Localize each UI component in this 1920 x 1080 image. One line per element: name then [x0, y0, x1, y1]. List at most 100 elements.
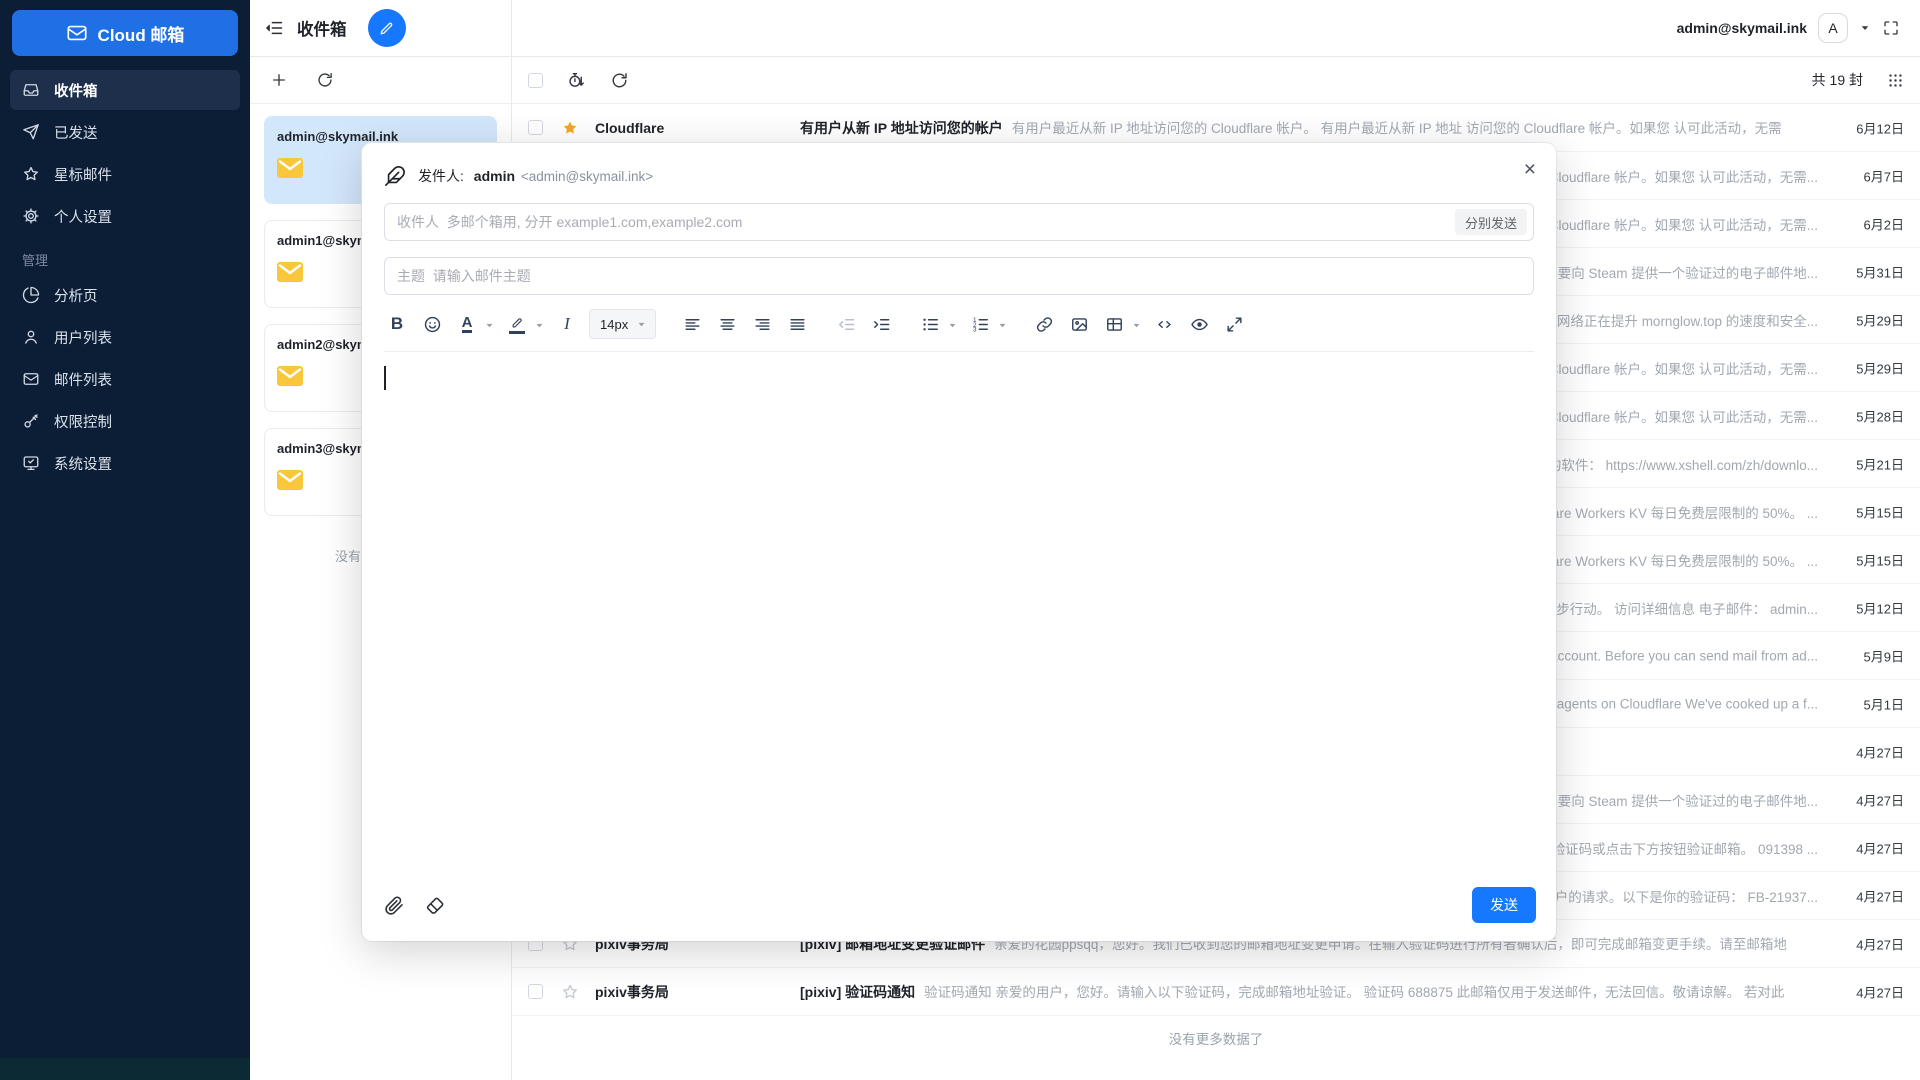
close-icon[interactable]: × [1524, 159, 1536, 180]
mail-preview-fragment: g agents on Cloudflare We've cooked up a… [1546, 696, 1819, 711]
mail-preview-fragment: lare Workers KV 每日免费层限制的 50%。 ... [1549, 550, 1818, 570]
align-center-button[interactable] [714, 311, 740, 337]
align-right-button[interactable] [749, 311, 775, 337]
sidebar-item-analytics[interactable]: 分析页 [10, 275, 240, 315]
bold-button[interactable]: B [384, 311, 410, 337]
clear-format-icon[interactable] [425, 895, 446, 916]
envelope-badge-icon [277, 470, 303, 490]
sidebar-item-system[interactable]: 系统设置 [10, 443, 240, 483]
emoji-icon [423, 315, 442, 334]
preview-button[interactable] [1186, 311, 1212, 337]
chevron-down-icon[interactable] [1859, 22, 1871, 34]
mail-date: 6月12日 [1828, 118, 1920, 137]
send-separately-button[interactable]: 分别发送 [1455, 209, 1527, 235]
bullet-list-button[interactable] [917, 311, 943, 337]
mail-date: 5月15日 [1828, 502, 1920, 521]
sidebar-item-inbox[interactable]: 收件箱 [10, 70, 240, 110]
indent-button[interactable] [868, 311, 894, 337]
recipient-input[interactable] [384, 203, 1534, 241]
mail-sender: pixiv事务局 [595, 982, 800, 1002]
mail-date: 5月21日 [1828, 454, 1920, 473]
mail-date: 4月27日 [1828, 982, 1920, 1001]
sidebar-item-label: 已发送 [54, 122, 98, 143]
send-icon [22, 123, 40, 141]
send-button[interactable]: 发送 [1472, 887, 1536, 923]
select-all-checkbox[interactable] [528, 73, 543, 88]
avatar[interactable]: A [1818, 13, 1848, 43]
chevron-down-icon[interactable] [534, 320, 545, 331]
expand-icon [1225, 315, 1244, 334]
star-icon[interactable] [561, 119, 579, 137]
mail-preview-fragment: 户的请求。以下是你的验证码： FB-21937... [1555, 886, 1818, 906]
font-size-select[interactable]: 14px [589, 309, 656, 339]
bullet-list-icon [921, 315, 940, 334]
pencil-icon [378, 20, 395, 37]
chevron-down-icon[interactable] [997, 320, 1008, 331]
collapse-menu-icon[interactable] [264, 18, 284, 38]
highlight-button[interactable] [504, 311, 530, 337]
chevron-down-icon[interactable] [1131, 320, 1142, 331]
emoji-button[interactable] [419, 311, 445, 337]
sidebar-item-label: 收件箱 [54, 80, 98, 101]
sidebar-item-sent[interactable]: 已发送 [10, 112, 240, 152]
sidebar-item-mails[interactable]: 邮件列表 [10, 359, 240, 399]
italic-icon: I [564, 314, 570, 334]
refresh-list-icon[interactable] [610, 71, 629, 90]
compose-footer: 发送 [362, 887, 1556, 941]
star-icon[interactable] [561, 983, 579, 1001]
sidebar-item-users[interactable]: 用户列表 [10, 317, 240, 357]
layout-grid-icon[interactable] [1887, 72, 1904, 89]
italic-button[interactable]: I [554, 311, 580, 337]
sidebar-item-starred[interactable]: 星标邮件 [10, 154, 240, 194]
sort-by-time-icon[interactable] [567, 71, 586, 90]
font-color-icon: A [462, 315, 473, 334]
svg-text:3: 3 [973, 326, 977, 333]
brand-logo-button[interactable]: Cloud 邮箱 [12, 10, 238, 56]
envelope-badge-icon [277, 158, 303, 178]
mail-date: 4月27日 [1828, 934, 1920, 953]
row-checkbox[interactable] [528, 984, 543, 999]
fullscreen-button[interactable] [1221, 311, 1247, 337]
add-account-icon[interactable] [270, 71, 288, 89]
font-color-button[interactable]: A [454, 311, 480, 337]
mail-row[interactable]: pixiv事务局[pixiv] 验证码通知验证码通知 亲爱的用户，您好。请输入以… [512, 968, 1920, 1016]
outdent-button[interactable] [833, 311, 859, 337]
chevron-down-icon[interactable] [947, 320, 958, 331]
image-button[interactable] [1066, 311, 1092, 337]
attachment-icon[interactable] [384, 895, 405, 916]
code-button[interactable] [1151, 311, 1177, 337]
align-justify-button[interactable] [784, 311, 810, 337]
sidebar-item-permissions[interactable]: 权限控制 [10, 401, 240, 441]
mail-date: 6月2日 [1828, 214, 1920, 233]
subject-input[interactable] [384, 257, 1534, 295]
sidebar-item-profile[interactable]: 个人设置 [10, 196, 240, 236]
align-justify-icon [788, 315, 807, 334]
table-button[interactable] [1101, 311, 1127, 337]
compose-modal: 发件人: admin <admin@skymail.ink> × 分别发送 B A… [362, 143, 1556, 941]
refresh-accounts-icon[interactable] [316, 71, 334, 89]
align-left-icon [683, 315, 702, 334]
image-icon [1070, 315, 1089, 334]
mail-preview-fragment: 需要向 Steam 提供一个验证过的电子邮件地... [1544, 790, 1818, 810]
ordered-list-button[interactable]: 123 [967, 311, 993, 337]
mail-preview-fragment: 验证码或点击下方按钮验证邮箱。 091398 ... [1552, 838, 1818, 858]
gear-icon [22, 207, 40, 225]
compose-button[interactable] [368, 9, 406, 47]
compose-header: 发件人: admin <admin@skymail.ink> [362, 143, 1556, 187]
mail-preview-fragment: 一步行动。 访问详细信息 电子邮件： admin... [1543, 598, 1818, 618]
link-button[interactable] [1031, 311, 1057, 337]
mail-date: 5月9日 [1828, 646, 1920, 665]
align-left-button[interactable] [679, 311, 705, 337]
editor-body[interactable] [362, 352, 1556, 887]
envelope-icon [66, 22, 88, 44]
sidebar-item-label: 个人设置 [54, 206, 112, 227]
code-icon [1155, 315, 1174, 334]
fullscreen-icon[interactable] [1882, 19, 1900, 37]
mail-preview-fragment: lare Workers KV 每日免费层限制的 50%。 ... [1549, 502, 1818, 522]
align-right-icon [753, 315, 772, 334]
outdent-icon [837, 315, 856, 334]
mail-preview: 有用户最近从新 IP 地址访问您的 Cloudflare 帐户。 有用户最近从新… [1012, 121, 1782, 136]
mail-date: 5月29日 [1828, 358, 1920, 377]
chevron-down-icon[interactable] [484, 320, 495, 331]
row-checkbox[interactable] [528, 120, 543, 135]
